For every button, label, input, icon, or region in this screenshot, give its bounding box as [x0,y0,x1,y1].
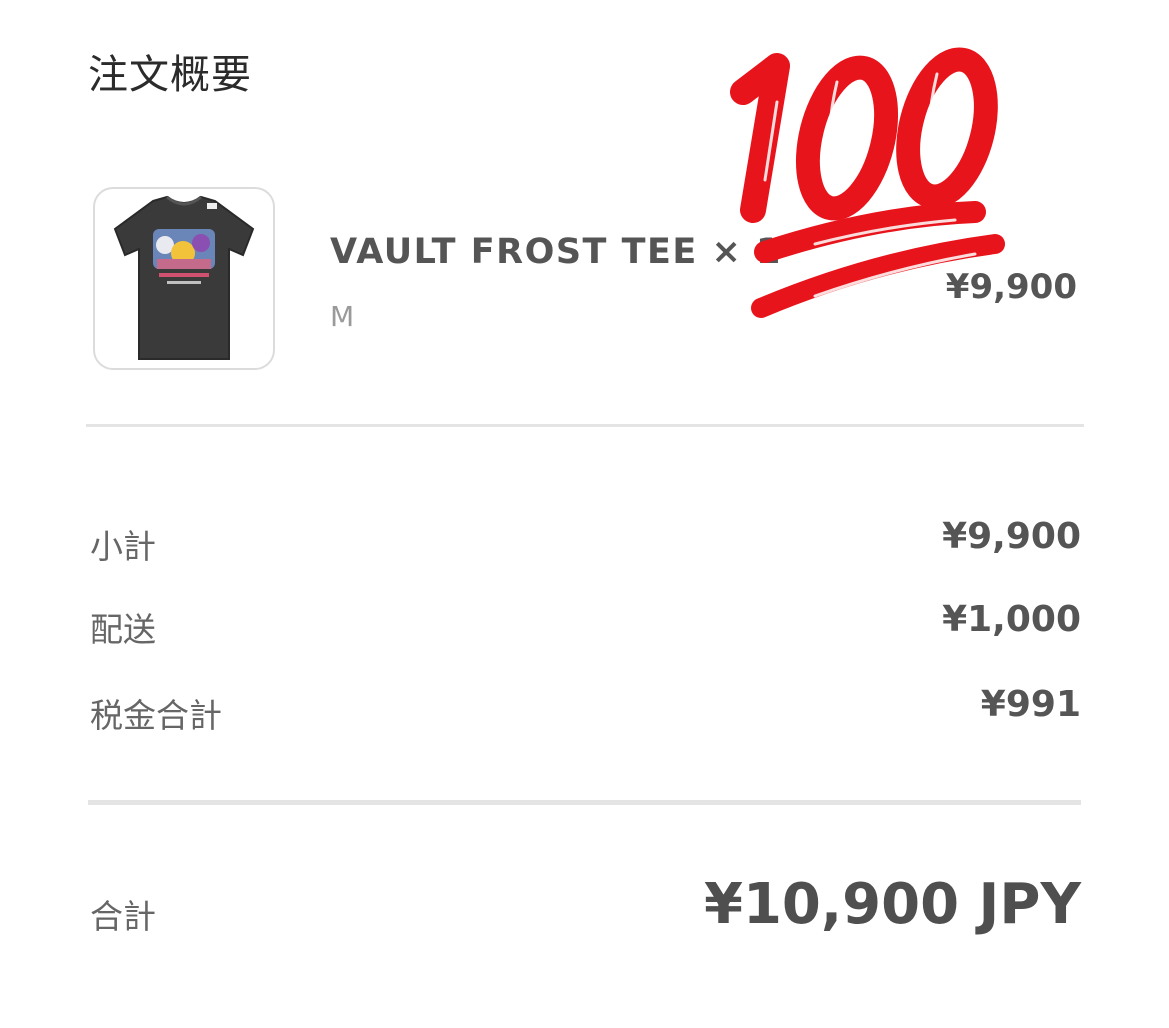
shipping-value: ¥1,000 [942,599,1081,640]
subtotal-label: 小計 [90,527,156,566]
hundred-points-icon [730,47,1005,318]
page-title: 注文概要 [88,52,252,98]
product-variant: M [330,300,355,333]
total-label: 合計 [90,897,156,936]
product-thumbnail [93,187,275,370]
total-divider [88,800,1081,805]
tax-label: 税金合計 [90,696,222,735]
tax-value: ¥991 [980,684,1081,725]
shipping-label: 配送 [90,610,156,649]
product-name: VAULT FROST TEE × 1 [330,232,782,272]
subtotal-value: ¥9,900 [942,516,1081,557]
item-divider [86,424,1084,427]
total-value: ¥10,900 JPY [704,872,1081,937]
tshirt-image [113,195,255,360]
